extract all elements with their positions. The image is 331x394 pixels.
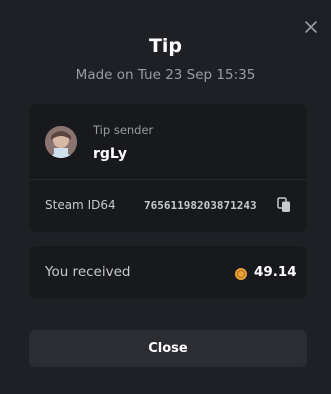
modal-subtitle: Made on Tue 23 Sep 15:35 — [75, 67, 256, 83]
received-card: You received 49.14 — [29, 246, 307, 299]
sender-name: rgLy — [93, 146, 128, 162]
copy-icon[interactable] — [277, 197, 291, 213]
sender-label: Tip sender — [93, 123, 154, 137]
coin-icon — [235, 265, 247, 280]
modal-title: Tip — [148, 35, 183, 57]
received-amount: 49.14 — [254, 264, 297, 280]
divider — [29, 179, 307, 180]
avatar — [45, 126, 77, 158]
sender-card: Tip sender rgLy Steam ID64 7656119820387… — [29, 104, 307, 232]
tip-modal: Tip Made on Tue 23 Sep 15:35 Tip sender … — [0, 0, 331, 394]
close-button[interactable]: Close — [29, 330, 307, 367]
steam-id-label: Steam ID64 — [45, 198, 116, 212]
steam-id-value: 76561198203871243 — [144, 199, 257, 212]
close-icon[interactable] — [303, 19, 319, 35]
received-label: You received — [45, 264, 131, 280]
